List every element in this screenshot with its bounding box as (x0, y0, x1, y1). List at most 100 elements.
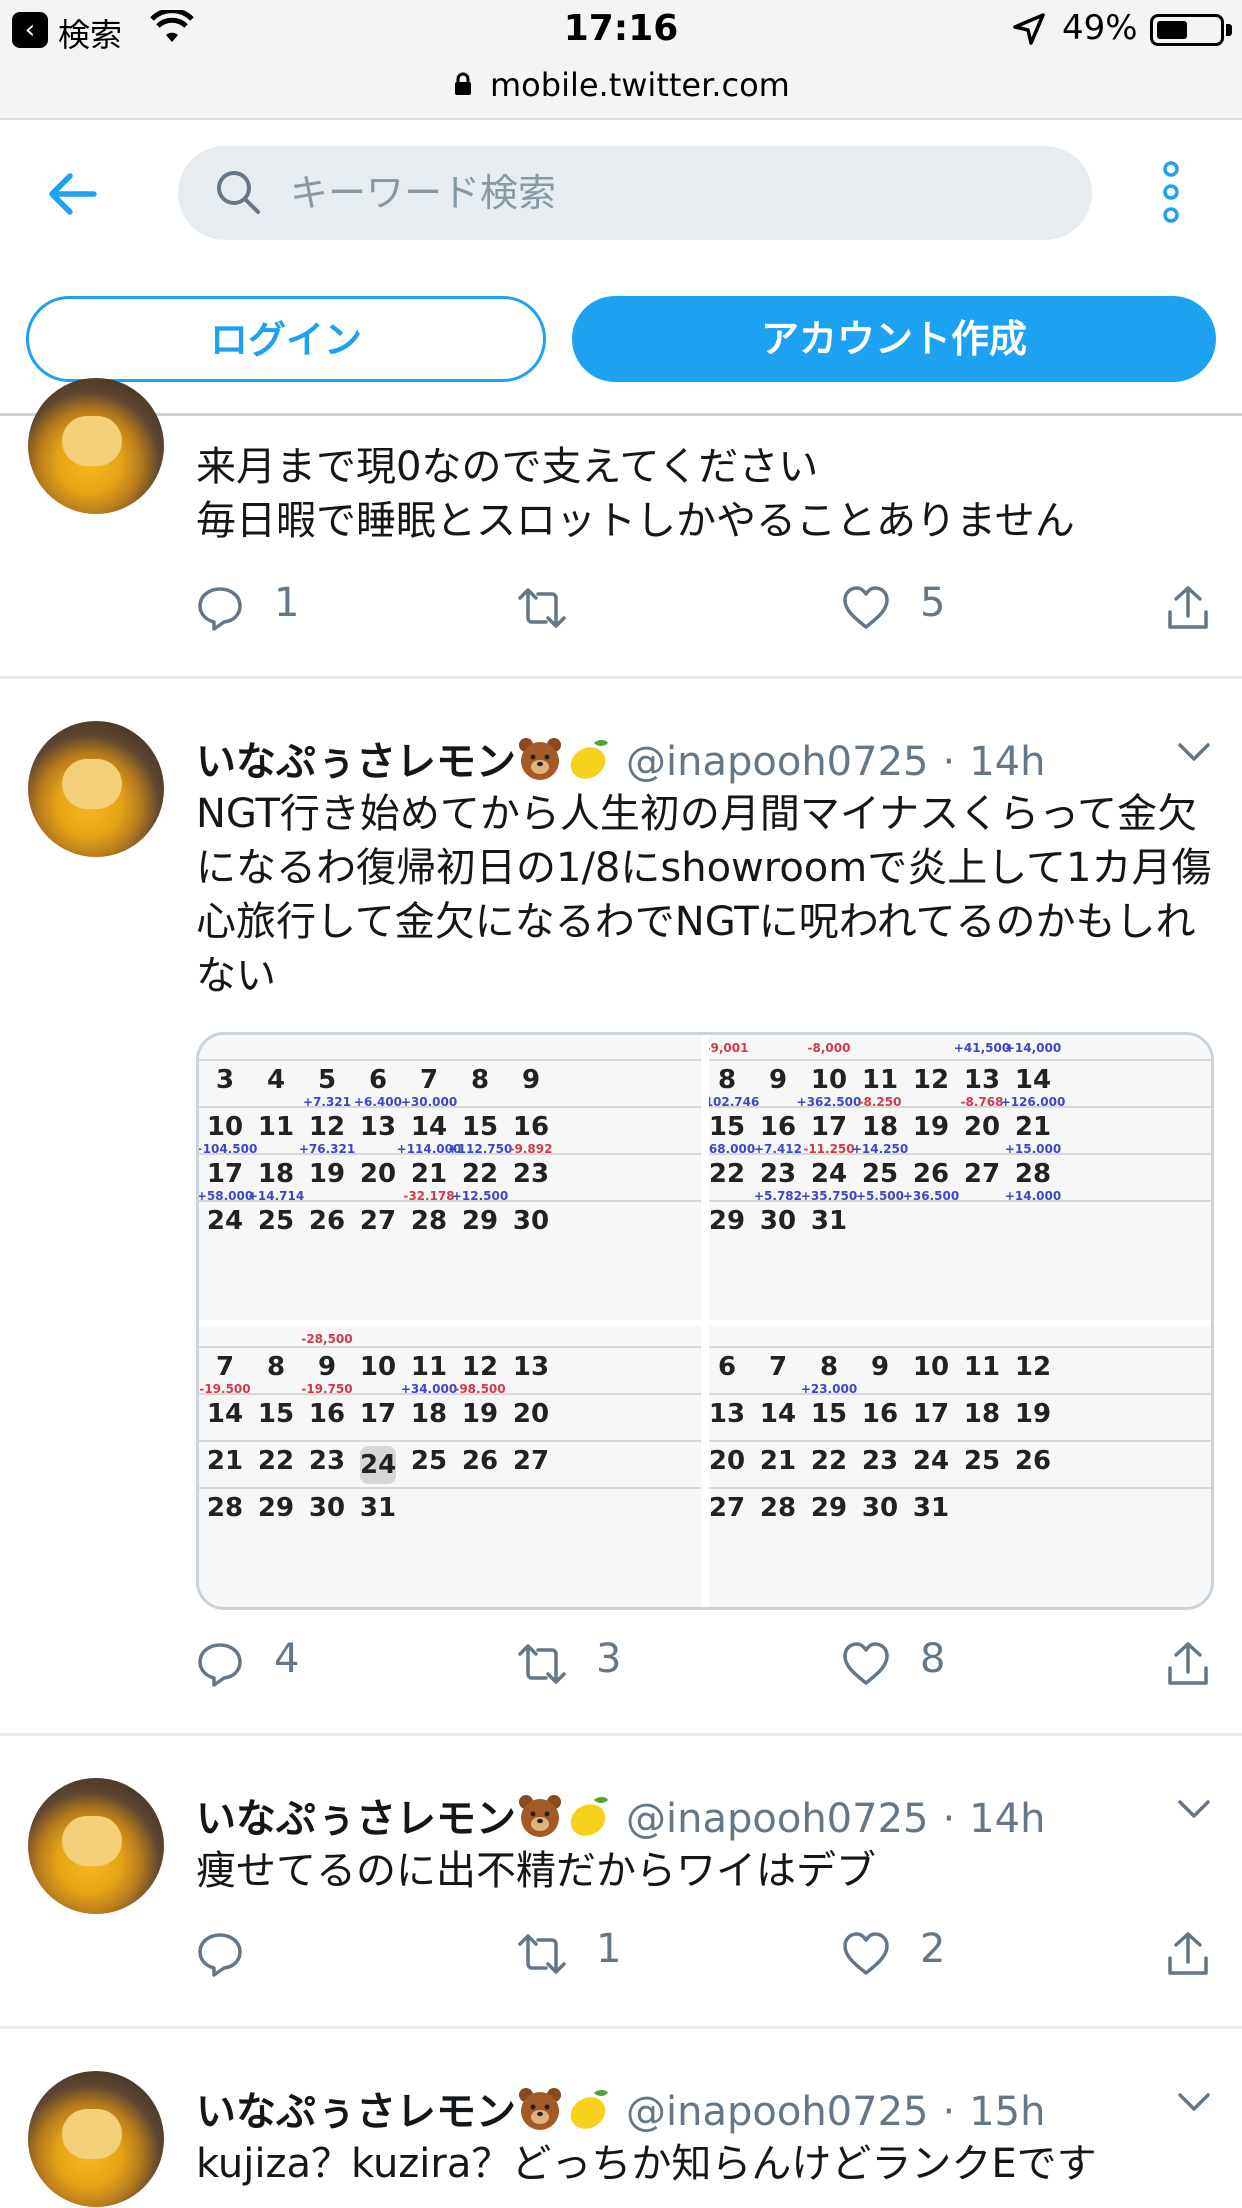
like-count: 5 (920, 580, 946, 626)
calendar-amount: -9,001 (709, 1041, 763, 1055)
chevron-down-icon[interactable] (1176, 2091, 1212, 2115)
reply-button[interactable]: 4 (196, 1634, 346, 1694)
bear-emoji-icon (516, 735, 564, 783)
calendar-amount: -28,500 (291, 1332, 363, 1346)
calendar-row-line (709, 1487, 1211, 1489)
calendar-day-number: 30 (512, 1206, 550, 1236)
calendar-panel-top-left: 3 4 5 +7,321 6 +6,400 7 +30,000 8 9 10 +104,500 11 12… (199, 1035, 701, 1320)
like-count: 2 (920, 1926, 946, 1972)
retweet-icon (518, 584, 566, 632)
chevron-down-icon[interactable] (1176, 741, 1212, 765)
display-name[interactable]: いなぷぅさレモン (196, 1796, 516, 1842)
calendar-day-number: 31 (810, 1206, 848, 1236)
reply-count: 4 (274, 1636, 300, 1682)
like-button[interactable]: 2 (842, 1924, 992, 1984)
avatar[interactable] (28, 1778, 164, 1914)
retweet-button[interactable]: 1 (518, 1924, 668, 1984)
calendar-amount-text: -9,001 (709, 1041, 749, 1055)
calendar-day-number: 20 (512, 1399, 550, 1429)
reply-icon (196, 1930, 244, 1978)
calendar-row-line (709, 1346, 1211, 1348)
calendar-panel-bottom-right: 6 7 8 +23,000 9 10 11 12 13 14 15 16 17 18 19 20 21 22 23 2… (709, 1326, 1211, 1607)
calendar-row-line (709, 1059, 1211, 1061)
like-icon (842, 1640, 890, 1688)
handle[interactable]: @inapooh0725 (626, 739, 928, 785)
calendar-row-line (709, 1440, 1211, 1442)
calendar-day-cell: 9 (495, 1065, 567, 1095)
calendar-amount-text: -8,000 (807, 1041, 851, 1055)
tweet[interactable]: いなぷぅさレモン @inapooh0725 · 14h 痩せてるのに出不精だからワイは… (0, 1736, 1242, 2026)
retweet-count: 3 (596, 1636, 622, 1682)
calendar-day-number: 12 (1014, 1352, 1052, 1382)
handle[interactable]: @inapooh0725 (626, 2089, 928, 2135)
calendar-day-number: 23 (308, 1446, 346, 1476)
calendar-row-line (199, 1440, 701, 1442)
calendar-day-cell: 26 (997, 1446, 1069, 1476)
reply-button[interactable] (196, 1924, 346, 1984)
tweet-text: kujiza？kuzira？どっちか知らんけどランクEです (196, 2141, 1097, 2187)
lemon-emoji-icon (564, 735, 612, 783)
like-count: 8 (920, 1636, 946, 1682)
tweet-actions: 1 5 (196, 578, 1216, 638)
calendar-amount-text: +14,000 (1004, 1041, 1062, 1055)
reply-icon (196, 1640, 244, 1688)
reply-count: 1 (274, 580, 300, 626)
calendar-day-cell: 20 (495, 1399, 567, 1429)
calendar-row-line (199, 1059, 701, 1061)
tweet-text: 痩せてるのに出不精だからワイはデブ (196, 1848, 876, 1894)
chevron-down-icon[interactable] (1176, 1798, 1212, 1822)
calendar-day-cell: 12 (997, 1352, 1069, 1382)
tweet-time[interactable]: 14h (969, 1796, 1045, 1842)
like-button[interactable]: 8 (842, 1634, 992, 1694)
calendar-panel-top-right: -9,001-8,000+41,500+14,0008+102,746910+3… (709, 1035, 1211, 1320)
calendar-day-number: 13 (512, 1352, 550, 1382)
calendar-day-cell: 24 (360, 1446, 396, 1484)
image-divider (199, 1320, 1211, 1326)
retweet-button[interactable]: 3 (518, 1634, 668, 1694)
calendar-amount: -8,000 (793, 1041, 865, 1055)
tweet-header: いなぷぅさレモン @inapooh0725 · 15h (196, 2079, 1045, 2135)
calendar-day-number: 31 (912, 1493, 950, 1523)
tweet-actions: 1 2 (196, 1924, 1216, 1984)
calendar-day-cell: 16 -9,892 (495, 1112, 567, 1156)
calendar-day-number: 24 (360, 1450, 397, 1480)
share-button[interactable] (1164, 1634, 1216, 1694)
tweet-time[interactable]: 15h (969, 2089, 1045, 2135)
tweet-time[interactable]: 14h (969, 739, 1045, 785)
calendar-day-cell: 23 (291, 1446, 363, 1476)
tweet[interactable]: いなぷぅさレモン @inapooh0725 · 15h kujiza？kuzira？ど… (0, 2029, 1242, 2208)
share-button[interactable] (1164, 1924, 1216, 1984)
reply-button[interactable]: 1 (196, 578, 346, 638)
avatar[interactable] (28, 378, 164, 514)
retweet-button[interactable] (518, 578, 668, 638)
calendar-day-number: 27 (512, 1446, 550, 1476)
bear-emoji-icon (516, 1792, 564, 1840)
tweet-header: いなぷぅさレモン @inapooh0725 · 14h (196, 1786, 1045, 1842)
retweet-icon (518, 1640, 566, 1688)
calendar-row-line (709, 1106, 1211, 1108)
share-icon (1164, 1930, 1212, 1978)
calendar-row-line (199, 1487, 701, 1489)
tweet-image-calendar[interactable]: 3 4 5 +7,321 6 +6,400 7 +30,000 8 9 10 +104,500 11 12… (196, 1032, 1214, 1610)
share-button[interactable] (1164, 578, 1216, 638)
avatar[interactable] (28, 721, 164, 857)
tweet-text: 来月まで現0なので支えてください 毎日暇で睡眠とスロットしかやることありません (196, 444, 1075, 544)
calendar-day-cell: 30 (495, 1206, 567, 1236)
share-icon (1164, 584, 1212, 632)
like-button[interactable]: 5 (842, 578, 992, 638)
calendar-row-line (199, 1346, 701, 1348)
retweet-count: 1 (596, 1926, 622, 1972)
retweet-icon (518, 1930, 566, 1978)
like-icon (842, 584, 890, 632)
tweet-text: NGT行き始めてから人生初の月間マイナスくらって金欠になるわ復帰初日の1/8にs… (196, 791, 1212, 999)
display-name[interactable]: いなぷぅさレモン (196, 2089, 516, 2135)
display-name[interactable]: いなぷぅさレモン (196, 739, 516, 785)
tweet[interactable]: 来月まで現0なので支えてください 毎日暇で睡眠とスロットしかやることありません … (0, 0, 1242, 676)
calendar-panel-bottom-left: -28,500 7 -19,500 8 9 -19,750 10 11 +34,000 12 -98… (199, 1326, 701, 1607)
calendar-day-cell: 28 +14,000 (997, 1159, 1069, 1203)
calendar-day-number: 16 (512, 1112, 550, 1142)
calendar-day-number: 19 (1014, 1399, 1052, 1429)
avatar[interactable] (28, 2071, 164, 2207)
handle[interactable]: @inapooh0725 (626, 1796, 928, 1842)
tweet-actions: 4 3 8 (196, 1634, 1216, 1694)
